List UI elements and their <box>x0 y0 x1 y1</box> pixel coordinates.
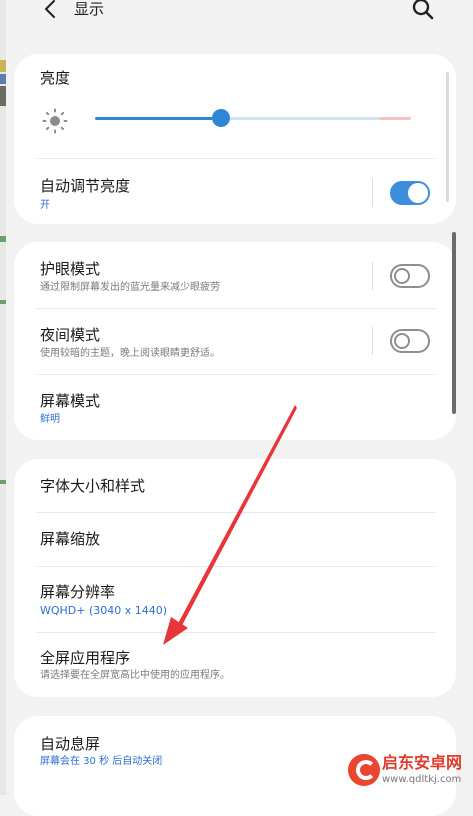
screen-resolution-label: 屏幕分辨率 <box>40 583 116 601</box>
screen-zoom-label: 屏幕缩放 <box>40 530 101 548</box>
fullscreen-apps-label: 全屏应用程序 <box>40 649 131 667</box>
brightness-slider-track <box>221 117 379 120</box>
watermark-url: www.qdltkj.com <box>382 774 462 785</box>
screen-mode-value: 鲜明 <box>40 414 60 425</box>
eye-comfort-toggle[interactable] <box>390 264 430 288</box>
screen-zoom-row[interactable]: 屏幕缩放 <box>14 513 456 566</box>
search-icon <box>412 0 434 20</box>
font-label: 字体大小和样式 <box>40 477 146 495</box>
night-mode-label: 夜间模式 <box>40 326 101 344</box>
brightness-title: 亮度 <box>40 69 71 87</box>
brightness-slider-high-range <box>379 117 411 120</box>
night-mode-description: 使用较暗的主题，晚上阅读眼睛更舒适。 <box>40 348 220 359</box>
vertical-separator <box>372 179 373 207</box>
night-mode-row[interactable]: 夜间模式 使用较暗的主题，晚上阅读眼睛更舒适。 <box>14 309 456 374</box>
page-title: 显示 <box>74 0 105 18</box>
mode-settings-card: 护眼模式 通过限制屏幕发出的蓝光量来减少眼疲劳 夜间模式 使用较暗的主题，晚上阅… <box>14 242 456 440</box>
brightness-slider-thumb[interactable] <box>212 109 230 127</box>
top-bar: 显示 <box>6 0 473 24</box>
auto-brightness-toggle[interactable] <box>390 181 430 205</box>
eye-comfort-label: 护眼模式 <box>40 260 101 278</box>
page-scrollbar[interactable] <box>452 232 456 414</box>
auto-brightness-row[interactable]: 自动调节亮度 开 <box>14 159 456 224</box>
auto-brightness-label: 自动调节亮度 <box>40 177 131 195</box>
search-button[interactable] <box>411 0 435 21</box>
screen-timeout-value: 屏幕会在 30 秒 后自动关闭 <box>40 756 163 767</box>
fullscreen-apps-row[interactable]: 全屏应用程序 请选择要在全屏宽高比中使用的应用程序。 <box>14 633 456 697</box>
watermark-logo-icon <box>348 754 380 786</box>
screen-mode-label: 屏幕模式 <box>40 392 101 410</box>
sun-icon <box>42 108 68 134</box>
screen-resolution-row[interactable]: 屏幕分辨率 WQHD+ (3040 x 1440) <box>14 567 456 632</box>
eye-comfort-row[interactable]: 护眼模式 通过限制屏幕发出的蓝光量来减少眼疲劳 <box>14 242 456 308</box>
brightness-card: 亮度 自动调节亮度 开 <box>14 54 456 224</box>
font-row[interactable]: 字体大小和样式 <box>14 459 456 512</box>
watermark-title: 启东安卓网 <box>382 753 463 772</box>
back-button[interactable] <box>40 0 62 20</box>
site-watermark: 启东安卓网 www.qdltkj.com <box>348 752 473 792</box>
screen-resolution-value: WQHD+ (3040 x 1440) <box>40 604 168 617</box>
auto-brightness-status: 开 <box>40 200 50 211</box>
screen-mode-row[interactable]: 屏幕模式 鲜明 <box>14 375 456 440</box>
eye-comfort-description: 通过限制屏幕发出的蓝光量来减少眼疲劳 <box>40 282 220 293</box>
card-scrollbar <box>446 72 449 202</box>
brightness-slider-fill <box>95 117 221 120</box>
display-options-card: 字体大小和样式 屏幕缩放 屏幕分辨率 WQHD+ (3040 x 1440) 全… <box>14 459 456 697</box>
night-mode-toggle[interactable] <box>390 329 430 353</box>
brightness-slider[interactable] <box>95 109 411 127</box>
screen-timeout-label: 自动息屏 <box>40 735 101 753</box>
vertical-separator <box>372 262 373 290</box>
vertical-separator <box>372 327 373 355</box>
display-settings-screen: 显示 亮度 自动调节亮度 开 护眼模式 通过限制屏幕发出的蓝光量来减少眼疲劳 夜… <box>6 0 473 816</box>
chevron-left-icon <box>45 0 55 18</box>
fullscreen-apps-description: 请选择要在全屏宽高比中使用的应用程序。 <box>40 670 230 681</box>
